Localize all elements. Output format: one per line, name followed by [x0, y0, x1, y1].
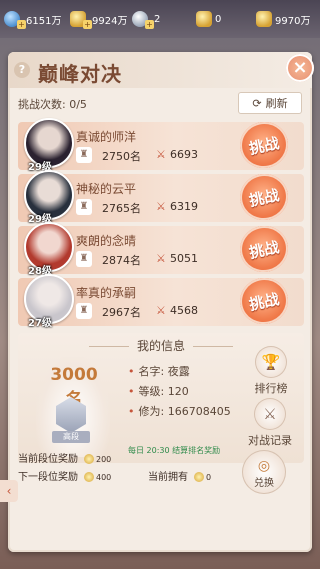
opponent-name: 真诚的师洋: [76, 130, 137, 144]
opponent-power: 5051: [170, 252, 198, 265]
resource-ingot-value: 9924万: [92, 15, 128, 27]
current-tier-label: 当前段位奖励: [18, 454, 78, 465]
opponent-row: 29级 真诚的师洋 ♜ 2750名 ⚔ 6693 挑战: [18, 117, 304, 173]
exchange-button[interactable]: ◎ 兑换: [242, 450, 286, 494]
resource-gem[interactable]: + 6151万: [4, 10, 62, 29]
resource-gold-value: 0: [215, 13, 222, 25]
resource-gold[interactable]: 0: [196, 10, 221, 28]
resource-ingot[interactable]: + 9924万: [70, 10, 128, 29]
next-tier-value: 400: [96, 473, 112, 482]
bullet-icon: •: [128, 385, 135, 398]
owned-currency: 当前拥有 0: [148, 468, 211, 483]
challenge-button[interactable]: 挑战: [235, 221, 293, 277]
gold-ingot-icon: [256, 11, 272, 27]
daily-settlement-note: 每日 20:30 结算排名奖励: [128, 446, 221, 455]
plus-icon[interactable]: +: [145, 19, 154, 29]
coin-icon: [84, 454, 94, 464]
coin-icon: [194, 472, 204, 482]
page-title: 巅峰对决: [38, 62, 122, 86]
challenge-count: 挑战次数: 0/5: [18, 98, 87, 111]
my-level: • 等级: 120: [128, 383, 189, 399]
my-power-text: 修为: 166708405: [138, 405, 231, 418]
panel-header: ? 巅峰对决 ×: [8, 52, 314, 88]
rank-badge: 3000名 高段: [36, 357, 110, 457]
plus-icon[interactable]: +: [83, 19, 92, 29]
resource-bar: + 6151万 + 9924万 + 2 0 9970万: [0, 0, 320, 38]
gold-ingot-icon: [196, 11, 212, 27]
owned-label: 当前拥有: [148, 472, 188, 483]
refresh-button[interactable]: ⟳ 刷新: [238, 92, 302, 114]
plus-icon[interactable]: +: [17, 19, 26, 29]
resource-gold-2-value: 9970万: [275, 15, 311, 27]
opponent-rank: 2967名: [102, 306, 141, 319]
opponent-power: 4568: [170, 304, 198, 317]
opponent-rank: 2750名: [102, 150, 141, 163]
current-tier-value: 200: [96, 455, 112, 464]
opponent-rank: 2874名: [102, 254, 141, 267]
resource-token[interactable]: + 2: [132, 10, 161, 29]
rank-emblem-icon: ♜: [76, 199, 92, 215]
bullet-icon: •: [128, 365, 135, 378]
my-power: • 修为: 166708405: [128, 403, 231, 419]
rank-emblem-icon: ♜: [76, 147, 92, 163]
opponent-rank: 2765名: [102, 202, 141, 215]
trophy-icon: 🏆: [255, 346, 287, 378]
badge-label: 高段: [52, 431, 90, 443]
challenge-button[interactable]: 挑战: [235, 273, 293, 329]
crossed-swords-icon: ⚔: [156, 148, 166, 161]
current-tier-reward: 当前段位奖励 200: [18, 450, 111, 465]
coin-icon: [84, 472, 94, 482]
next-tier-label: 下一段位奖励: [18, 472, 78, 483]
opponent-power: 6693: [170, 148, 198, 161]
exchange-icon: ◎: [257, 458, 271, 474]
close-button[interactable]: ×: [286, 54, 314, 82]
crossed-swords-icon: ⚔: [156, 252, 166, 265]
opponent-row: 29级 神秘的云平 ♜ 2765名 ⚔ 6319 挑战: [18, 169, 304, 225]
resource-gem-value: 6151万: [26, 15, 62, 27]
opponent-row: 28级 爽朗的念晴 ♜ 2874名 ⚔ 5051 挑战: [18, 221, 304, 277]
crossed-swords-icon: ⚔: [254, 398, 286, 430]
ranking-button[interactable]: 🏆 排行榜: [246, 346, 296, 396]
my-name: • 名字: 夜露: [128, 363, 190, 379]
crossed-swords-icon: ⚔: [156, 200, 166, 213]
my-name-text: 名字: 夜露: [138, 365, 190, 378]
exchange-label: 兑换: [254, 478, 274, 489]
next-tier-reward: 下一段位奖励 400: [18, 468, 111, 483]
refresh-icon: ⟳: [252, 96, 262, 110]
chevron-left-icon: ‹: [6, 484, 12, 498]
battle-record-label: 对战记录: [248, 434, 292, 447]
rank-emblem-icon: ♜: [76, 251, 92, 267]
battle-record-button[interactable]: ⚔ 对战记录: [242, 398, 298, 448]
resource-gold-2[interactable]: 9970万: [256, 10, 310, 28]
opponent-name: 率真的承嗣: [76, 286, 137, 300]
refresh-label: 刷新: [265, 97, 288, 110]
resource-token-value: 2: [154, 13, 161, 25]
challenge-button[interactable]: 挑战: [235, 117, 293, 173]
challenge-button[interactable]: 挑战: [235, 169, 293, 225]
opponent-name: 爽朗的念晴: [76, 234, 137, 248]
my-level-text: 等级: 120: [138, 385, 189, 398]
rank-emblem-icon: ♜: [76, 303, 92, 319]
opponent-row: 27级 率真的承嗣 ♜ 2967名 ⚔ 4568 挑战: [18, 273, 304, 329]
level-label: 27级: [28, 318, 52, 329]
owned-value: 0: [206, 473, 212, 482]
help-button[interactable]: ?: [14, 62, 30, 78]
bullet-icon: •: [128, 405, 135, 418]
crossed-swords-icon: ⚔: [156, 304, 166, 317]
ranking-label: 排行榜: [254, 382, 288, 395]
expand-tab[interactable]: ‹: [0, 480, 18, 502]
opponent-name: 神秘的云平: [76, 182, 137, 196]
opponent-power: 6319: [170, 200, 198, 213]
